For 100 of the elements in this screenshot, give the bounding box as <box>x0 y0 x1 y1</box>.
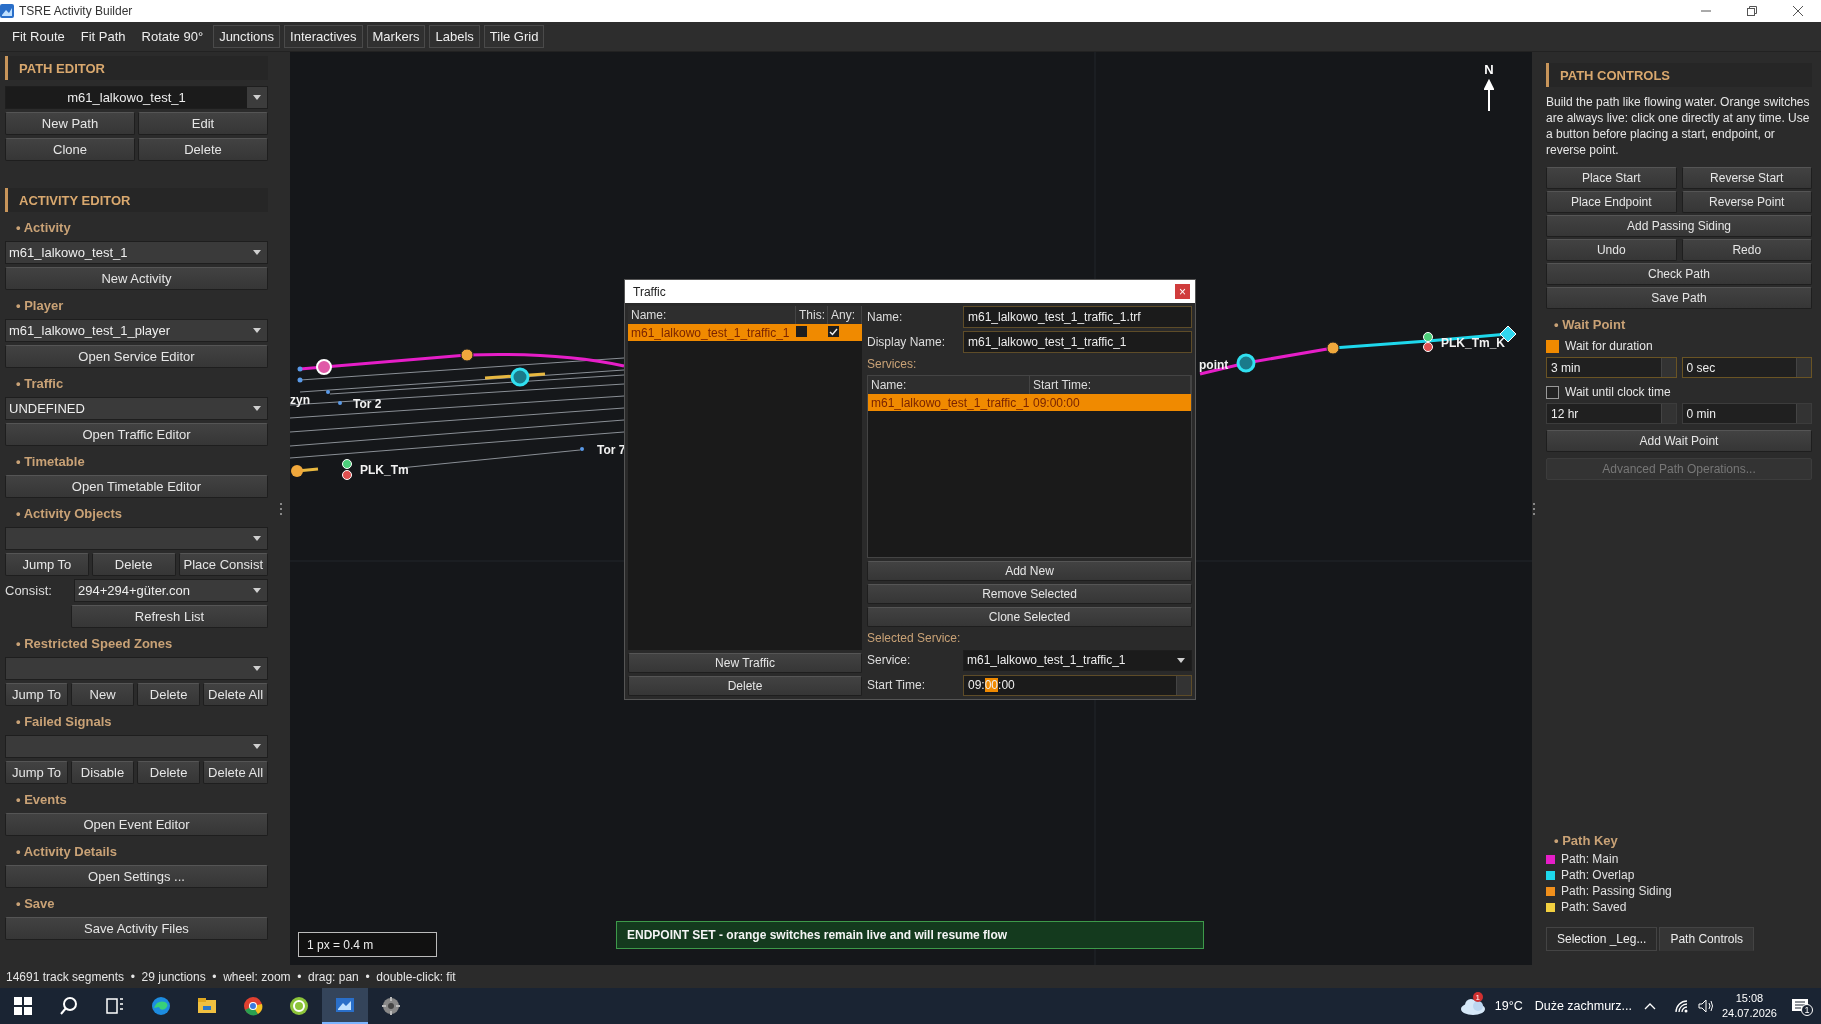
notification-icon[interactable] <box>1791 998 1809 1014</box>
caret-icon <box>253 406 261 411</box>
field-label: Consist: <box>5 582 53 600</box>
button[interactable]: Open Service Editor <box>5 345 268 368</box>
button[interactable]: Redo <box>1681 239 1812 261</box>
dropdown[interactable]: UNDEFINED <box>5 397 268 420</box>
button[interactable]: Delete <box>91 553 176 576</box>
close-button[interactable]: × <box>1175 284 1190 299</box>
dropdown[interactable]: m61_lalkowo_test_1_traffic_1 <box>963 649 1192 671</box>
chevron-up-icon[interactable] <box>1643 1002 1656 1010</box>
button[interactable]: Clone <box>5 138 135 161</box>
app-window-icon[interactable] <box>335 995 355 1015</box>
toolbar-button[interactable]: Fit Route <box>6 25 71 48</box>
button[interactable]: Delete <box>138 138 268 161</box>
button[interactable]: New Traffic <box>628 653 862 673</box>
button[interactable]: Refresh List <box>71 605 268 628</box>
button[interactable]: Delete <box>137 761 201 784</box>
button[interactable]: Delete All <box>203 761 268 784</box>
wifi-icon[interactable] <box>1673 999 1690 1013</box>
leaf-circle-icon[interactable] <box>289 996 309 1016</box>
button[interactable]: Place Endpoint <box>1546 191 1677 213</box>
folder-icon[interactable] <box>197 996 217 1016</box>
checkbox[interactable] <box>1546 339 1559 353</box>
button[interactable]: New Path <box>5 112 135 135</box>
notification-badge: 1 <box>1472 992 1483 1002</box>
toolbar-button[interactable]: Markers <box>366 25 426 48</box>
button[interactable]: Place Start <box>1546 167 1677 189</box>
start-icon[interactable] <box>13 996 33 1016</box>
swirl-circle-icon[interactable] <box>151 996 171 1016</box>
dropdown[interactable]: 294+294+güter.con <box>74 579 268 602</box>
checkbox[interactable] <box>828 325 839 337</box>
dropdown[interactable]: m61_lalkowo_test_1_player <box>5 319 268 342</box>
button[interactable]: Jump To <box>5 553 89 576</box>
button[interactable]: Remove Selected <box>867 584 1192 604</box>
button[interactable]: Open Timetable Editor <box>5 475 268 498</box>
button[interactable]: Clone Selected <box>867 607 1192 627</box>
splitter-handle[interactable] <box>280 502 282 515</box>
spin-field[interactable]: 0 min <box>1681 403 1812 424</box>
checkbox-label: Wait for duration <box>1565 339 1653 353</box>
button[interactable]: Add Wait Point <box>1546 430 1812 452</box>
button[interactable]: Delete All <box>203 683 268 706</box>
section-label: Services: <box>867 356 918 372</box>
table-cell[interactable]: 09:00:00 <box>1030 395 1191 410</box>
button[interactable]: Save Activity Files <box>5 917 268 940</box>
button[interactable]: Open Settings ... <box>5 865 268 888</box>
toolbar-button[interactable]: Fit Path <box>74 25 132 48</box>
button[interactable]: Edit <box>138 112 268 135</box>
button[interactable]: Jump To <box>5 761 69 784</box>
checkbox[interactable] <box>1546 385 1559 399</box>
section-label: • Traffic <box>15 375 65 393</box>
field-label: Service: <box>867 653 912 667</box>
spin-field[interactable]: 12 hr <box>1546 403 1677 424</box>
spin-field[interactable]: 3 min <box>1546 357 1677 378</box>
checkbox[interactable] <box>796 325 807 337</box>
north-arrow-icon <box>1484 79 1494 111</box>
dropdown[interactable]: m61_lalkowo_test_1 <box>5 86 268 109</box>
spin-field[interactable]: 0 sec <box>1681 357 1812 378</box>
dialog-title: Traffic <box>633 284 667 299</box>
text-field[interactable]: m61_lalkowo_test_1_traffic_1.trf <box>963 306 1192 328</box>
button[interactable]: Check Path <box>1546 263 1812 285</box>
tab[interactable]: Selection _Leg... <box>1546 927 1658 951</box>
button[interactable]: Delete <box>137 683 201 706</box>
section-label: • Restricted Speed Zones <box>15 635 174 653</box>
button[interactable]: Add Passing Siding <box>1546 215 1812 237</box>
button[interactable]: Save Path <box>1546 287 1812 309</box>
dropdown[interactable]: m61_lalkowo_test_1 <box>5 241 268 264</box>
splitter-handle[interactable] <box>1533 502 1535 515</box>
table-cell[interactable]: m61_lalkowo_test_1_traffic_1 <box>868 395 1030 410</box>
button[interactable]: Delete <box>628 676 862 696</box>
button[interactable]: Undo <box>1546 239 1677 261</box>
gear-circle-icon[interactable] <box>381 996 401 1016</box>
button[interactable]: Open Traffic Editor <box>5 423 268 446</box>
button[interactable]: Open Event Editor <box>5 813 268 836</box>
text-field[interactable]: m61_lalkowo_test_1_traffic_1 <box>963 331 1192 353</box>
tricolor-circle-icon[interactable] <box>243 996 263 1016</box>
button[interactable]: New <box>71 683 135 706</box>
field-label: Name: <box>867 310 904 324</box>
button[interactable]: Disable <box>71 761 135 784</box>
task-view-icon[interactable] <box>105 996 125 1016</box>
button[interactable]: Add New <box>867 561 1192 581</box>
button[interactable]: Place Consist <box>178 553 268 576</box>
list-row[interactable]: m61_lalkowo_test_1_traffic_1 <box>628 324 862 341</box>
time-field[interactable]: 09:00:00 <box>963 674 1192 696</box>
toolbar-button[interactable]: Labels <box>429 25 480 48</box>
volume-icon[interactable] <box>1697 999 1714 1013</box>
toolbar-button[interactable]: Junctions <box>213 25 281 48</box>
toolbar-button[interactable]: Interactives <box>284 25 363 48</box>
button[interactable]: Jump To <box>5 683 69 706</box>
tab[interactable]: Path Controls <box>1659 927 1755 951</box>
button[interactable]: Reverse Start <box>1681 167 1812 189</box>
legend-label: Path: Saved <box>1561 900 1627 914</box>
toolbar-button[interactable]: Tile Grid <box>483 25 545 48</box>
toolbar-button[interactable]: Rotate 90° <box>135 25 210 48</box>
track-label: PLK_Tm <box>360 463 409 477</box>
button[interactable]: New Activity <box>5 267 268 290</box>
button[interactable]: Reverse Point <box>1681 191 1812 213</box>
caret-icon <box>253 744 261 749</box>
section-label: • Path Key <box>1553 832 1619 850</box>
legend-label: Path: Overlap <box>1561 868 1635 882</box>
search-icon[interactable] <box>59 996 79 1016</box>
